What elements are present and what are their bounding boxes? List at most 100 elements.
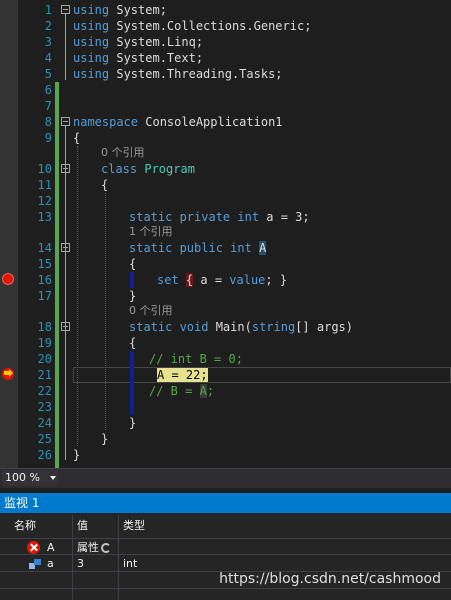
- column-header-value[interactable]: 值: [77, 517, 88, 535]
- type-name: Program: [137, 162, 195, 176]
- watch-row[interactable]: a 3 int: [0, 555, 451, 572]
- line-number: 20: [37, 352, 52, 366]
- watch-item-value[interactable]: 3: [77, 555, 84, 572]
- code-text: System;: [109, 3, 167, 17]
- code-line[interactable]: using System.Threading.Tasks;: [73, 66, 283, 82]
- line-number: 6: [44, 83, 52, 97]
- code-text: }: [101, 432, 109, 446]
- line-number: 19: [37, 336, 52, 350]
- comment-highlight: A: [199, 384, 207, 398]
- column-header-name[interactable]: 名称: [14, 517, 36, 535]
- code-line[interactable]: A = 22;: [157, 367, 208, 383]
- code-line[interactable]: static private int a = 3;: [129, 209, 310, 225]
- keyword: namespace: [73, 115, 139, 129]
- code-line[interactable]: {: [129, 256, 136, 272]
- code-line[interactable]: }: [101, 431, 108, 447]
- line-number: 14: [37, 241, 52, 255]
- line-number: 11: [37, 178, 52, 192]
- line-number: 24: [37, 416, 52, 430]
- line-number: 2: [44, 19, 52, 33]
- code-text: ConsoleApplication1: [138, 115, 283, 129]
- keyword: string: [251, 320, 296, 334]
- code-text: System.Linq;: [109, 35, 204, 49]
- code-line[interactable]: {: [129, 335, 136, 351]
- line-number: 1: [44, 3, 52, 17]
- code-line[interactable]: {: [73, 130, 80, 146]
- line-number: 13: [37, 210, 52, 224]
- code-text: [] args): [295, 320, 353, 334]
- column-header-type[interactable]: 类型: [123, 517, 145, 535]
- code-text: a =: [193, 273, 230, 287]
- code-line[interactable]: static void Main(string[] args): [129, 319, 353, 335]
- keyword: using: [73, 19, 110, 33]
- code-line[interactable]: }: [73, 447, 80, 463]
- line-number: 3: [44, 35, 52, 49]
- line-number: 5: [44, 67, 52, 81]
- scope-highlight-bar: [130, 272, 134, 288]
- code-line[interactable]: set { a = value; }: [157, 272, 287, 288]
- watch-item-value: 属性: [77, 539, 111, 556]
- collapse-icon[interactable]: [61, 322, 70, 331]
- code-text: }: [129, 289, 137, 303]
- refresh-icon[interactable]: [101, 543, 111, 553]
- code-text: ; }: [265, 273, 288, 287]
- watch-item-name: a: [47, 557, 54, 570]
- codelens-references[interactable]: 1 个引用: [129, 225, 173, 239]
- watch-value-text: 属性: [77, 541, 99, 554]
- watermark: https://blog.csdn.net/cashmood: [219, 571, 441, 587]
- line-number: 12: [37, 194, 52, 208]
- field-icon: [29, 559, 41, 569]
- collapse-icon[interactable]: [61, 243, 70, 252]
- code-line[interactable]: }: [129, 415, 136, 431]
- keyword: set: [157, 273, 179, 287]
- keyword: using: [73, 67, 110, 81]
- current-statement-breakpoint-icon[interactable]: [2, 368, 14, 380]
- keyword: static public int: [129, 241, 252, 255]
- collapse-icon[interactable]: [61, 117, 70, 126]
- breakpoint-icon[interactable]: [2, 273, 14, 285]
- line-number: 22: [37, 384, 52, 398]
- watch-window-title[interactable]: 监视 1: [0, 493, 451, 513]
- code-line[interactable]: {: [101, 177, 108, 193]
- line-number: 10: [37, 162, 52, 176]
- scope-highlight-bar: [130, 351, 134, 415]
- zoom-level: 100 %: [5, 471, 40, 484]
- line-number: 4: [44, 51, 52, 65]
- current-statement: A = 22;: [157, 368, 208, 382]
- fold-guide: [65, 126, 66, 460]
- code-text: }: [129, 416, 137, 430]
- error-icon: [27, 541, 40, 554]
- line-number: 23: [37, 400, 52, 414]
- keyword: class: [101, 162, 138, 176]
- line-number: 15: [37, 257, 52, 271]
- code-line[interactable]: namespace ConsoleApplication1: [73, 114, 283, 130]
- code-line[interactable]: using System.Linq;: [73, 34, 203, 50]
- code-line[interactable]: static public int A: [129, 240, 267, 256]
- watch-row[interactable]: A 属性: [0, 538, 451, 555]
- comment: ;: [206, 384, 215, 398]
- codelens-references[interactable]: 0 个引用: [101, 146, 145, 160]
- code-line[interactable]: class Program: [101, 161, 195, 177]
- code-line[interactable]: // B = A;: [149, 383, 214, 399]
- code-text: {: [101, 178, 109, 192]
- highlighted-identifier: A: [259, 241, 267, 255]
- code-line[interactable]: // int B = 0;: [149, 351, 243, 367]
- keyword: using: [73, 35, 110, 49]
- code-line[interactable]: using System.Collections.Generic;: [73, 18, 311, 34]
- code-text: System.Collections.Generic;: [109, 19, 312, 33]
- code-text: {: [73, 131, 81, 145]
- code-text: Main(: [208, 320, 252, 334]
- code-line[interactable]: using System.Text;: [73, 50, 203, 66]
- keyword: using: [73, 3, 110, 17]
- code-line[interactable]: using System;: [73, 2, 167, 18]
- code-line[interactable]: }: [129, 288, 136, 304]
- code-text: System.Threading.Tasks;: [109, 67, 283, 81]
- watch-item-type: int: [123, 557, 138, 570]
- codelens-references[interactable]: 0 个引用: [129, 304, 173, 318]
- chevron-down-icon[interactable]: [50, 476, 56, 480]
- collapse-icon[interactable]: [61, 164, 70, 173]
- code-editor[interactable]: 1 2 3 4 5 6 7 8 9 10 11 12 13 14 15 16 1…: [0, 0, 451, 468]
- breakpoint-margin[interactable]: [0, 0, 18, 468]
- collapse-icon[interactable]: [61, 5, 70, 14]
- keyword: value: [229, 273, 266, 287]
